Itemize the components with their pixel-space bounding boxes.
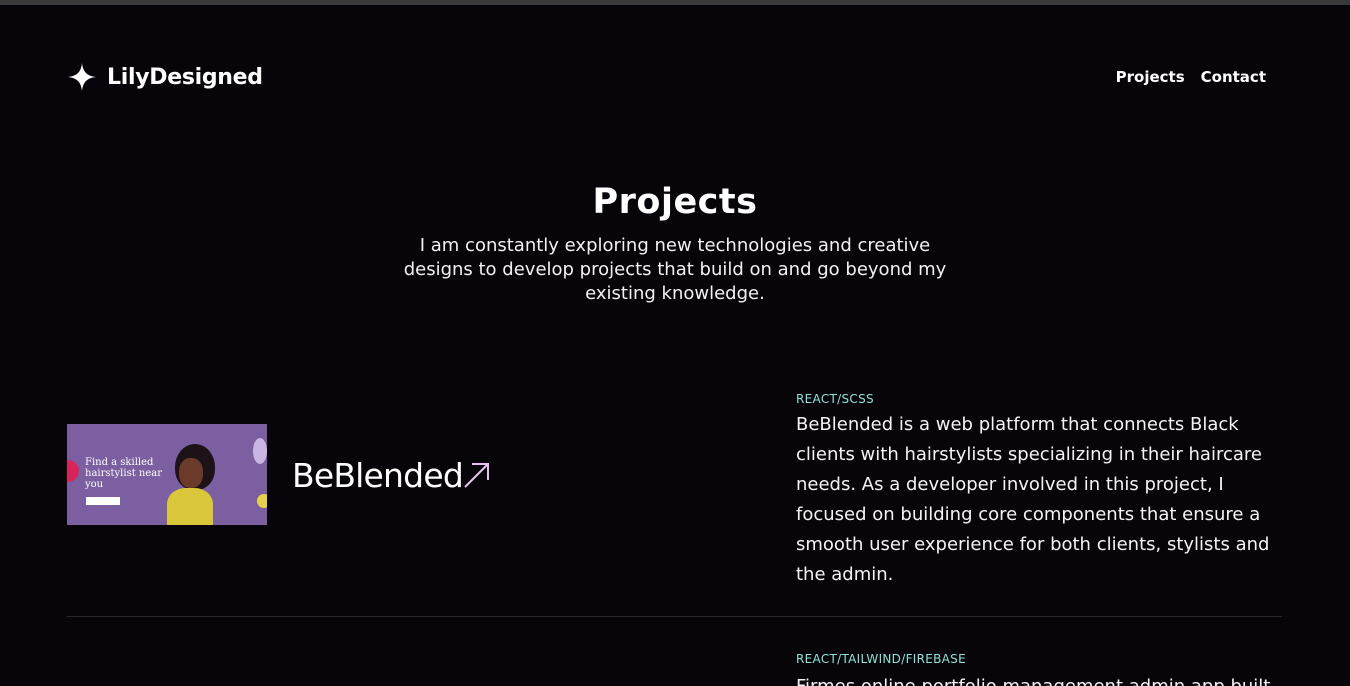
- project-thumbnail[interactable]: Find a skilled hairstylist near you: [67, 424, 267, 525]
- thumb-decor-blob: [257, 494, 267, 508]
- project-description: BeBlended is a web platform that connect…: [796, 414, 1270, 585]
- thumb-button: [86, 497, 120, 505]
- site-header: LilyDesigned Projects Contact: [67, 58, 1266, 98]
- project-title-link[interactable]: BeBlended: [292, 456, 464, 495]
- thumb-decor-blob: [253, 438, 267, 464]
- project-card-beblended: Find a skilled hairstylist near you BeBl…: [67, 388, 1282, 617]
- thumb-person-face: [179, 458, 203, 488]
- sparkle-star-icon: [68, 63, 96, 91]
- projects-hero: Projects I am constantly exploring new t…: [0, 182, 1350, 306]
- nav-projects-link[interactable]: Projects: [1116, 68, 1185, 86]
- thumb-headline: Find a skilled hairstylist near you: [85, 457, 163, 490]
- project-tags: REACT/TAILWIND/FIREBASE: [796, 652, 966, 666]
- page-title: Projects: [592, 182, 758, 222]
- main-nav: Projects Contact: [1116, 68, 1266, 86]
- thumb-decor-blob: [67, 460, 79, 482]
- window-top-border: [0, 0, 1350, 5]
- project-description: Firmes online portfolio management admin…: [796, 672, 1282, 686]
- project-tags: REACT/SCSS: [796, 392, 874, 406]
- brand-name: LilyDesigned: [107, 64, 263, 90]
- thumb-person-body: [167, 488, 213, 525]
- arrow-up-right-icon[interactable]: [462, 460, 492, 490]
- project-card-second: REACT/TAILWIND/FIREBASE Firmes online po…: [67, 648, 1282, 686]
- page-subtitle: I am constantly exploring new technologi…: [403, 235, 947, 304]
- brand-logo-link[interactable]: LilyDesigned: [67, 62, 263, 92]
- nav-contact-link[interactable]: Contact: [1201, 68, 1266, 86]
